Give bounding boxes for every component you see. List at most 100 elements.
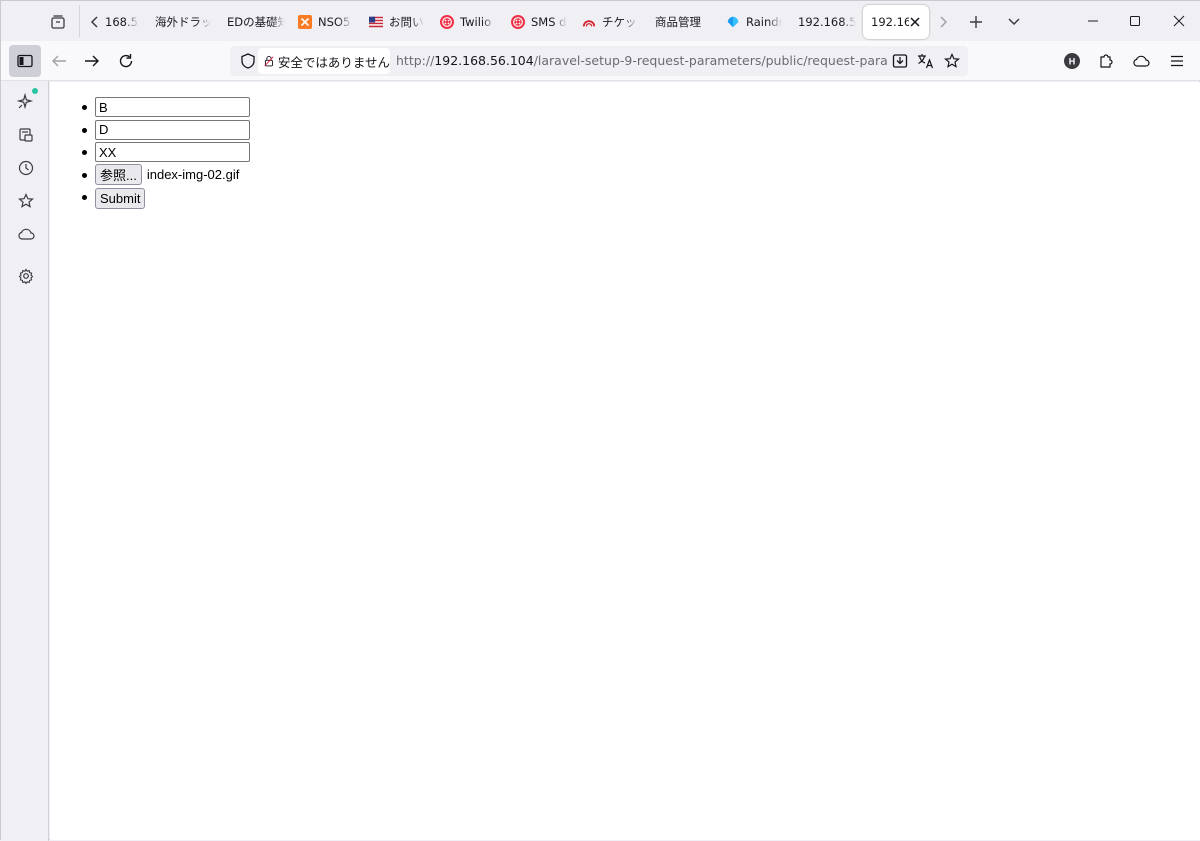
plus-icon (970, 16, 982, 28)
minimize-button[interactable] (1071, 1, 1115, 41)
close-tab-icon[interactable] (907, 14, 923, 30)
tab-list-icon (51, 15, 65, 29)
puzzle-icon (1100, 54, 1113, 68)
translate-button[interactable] (914, 49, 938, 73)
selected-file-name: index-img-02.gif (146, 167, 240, 183)
tab-3[interactable]: NSO5 (298, 5, 352, 39)
forward-button[interactable] (76, 45, 108, 77)
gear-icon (18, 268, 34, 284)
tab-4[interactable]: お問い (369, 5, 425, 39)
chevron-right-icon (940, 16, 948, 28)
reload-icon (119, 54, 133, 68)
cloud-icon (1133, 55, 1150, 67)
navigation-toolbar: 安全ではありません http://192.168.56.104/laravel-… (1, 41, 1200, 81)
tab-scroll-left-button[interactable] (85, 9, 105, 35)
tab-label: 商品管理 (655, 15, 701, 29)
url-host: 192.168.56.104 (434, 53, 534, 68)
insecure-lock-icon (264, 55, 274, 67)
download-tray-icon (892, 54, 908, 68)
reload-button[interactable] (110, 45, 142, 77)
list-all-tabs-button[interactable] (1001, 9, 1027, 35)
xampp-icon (298, 15, 312, 29)
url-path: /laravel-setup-9-request-parameters/publ… (533, 53, 888, 68)
sync-tabs-button[interactable] (13, 122, 39, 148)
twilio-icon (440, 15, 454, 29)
close-icon (1173, 15, 1185, 27)
url-bar[interactable]: 安全ではありません http://192.168.56.104/laravel-… (230, 46, 968, 76)
tab-strip: 168.56 海外ドラッグ EDの基礎知 NSO5 お問い Twilio (1, 1, 1200, 41)
text-input-1[interactable] (95, 97, 250, 118)
sidebar-icon (17, 54, 33, 68)
tab-2[interactable]: EDの基礎知 (227, 5, 285, 39)
chevron-left-icon (90, 16, 98, 28)
form-list: 参照... index-img-02.gif Submit (82, 96, 250, 210)
new-tab-button[interactable] (963, 9, 989, 35)
notification-dot (32, 88, 38, 94)
app-menu-button[interactable] (1161, 45, 1193, 77)
tab-9[interactable]: Raindr (726, 5, 782, 39)
arc-icon (582, 15, 596, 29)
bookmark-star-button[interactable] (940, 49, 964, 73)
sidebar-settings-button[interactable] (13, 263, 39, 289)
text-input-3[interactable] (95, 142, 250, 163)
clock-icon (18, 160, 34, 176)
sidebar-toggle-button[interactable] (9, 45, 41, 77)
extensions-button[interactable] (1090, 45, 1122, 77)
tab-separator (79, 5, 80, 37)
list-item: 参照... index-img-02.gif (82, 164, 250, 187)
maximize-button[interactable] (1113, 1, 1157, 41)
tab-list-button[interactable] (45, 9, 71, 35)
page-content: 参照... index-img-02.gif Submit (50, 82, 1200, 840)
ai-chatbot-button[interactable] (13, 88, 39, 114)
tab-11-active[interactable]: 192.168 (863, 5, 929, 39)
tab-10[interactable]: 192.168.56 (798, 5, 856, 39)
maximize-icon (1130, 16, 1140, 26)
tab-8[interactable]: 商品管理 (655, 5, 715, 39)
save-page-button[interactable] (888, 49, 912, 73)
url-prefix: http:// (396, 53, 435, 68)
twilio-icon (511, 15, 525, 29)
arrow-right-icon (85, 55, 99, 67)
star-icon (18, 193, 34, 208)
translate-icon (918, 54, 934, 69)
tab-7[interactable]: チケット (582, 5, 638, 39)
url-text[interactable]: http://192.168.56.104/laravel-setup-9-re… (396, 53, 888, 68)
tab-scroll-right-button[interactable] (933, 9, 953, 35)
cloud-icon (18, 228, 35, 240)
list-item: Submit (82, 186, 250, 210)
device-sync-icon (19, 128, 33, 142)
tab-5[interactable]: Twilio (440, 5, 496, 39)
list-item (82, 96, 250, 119)
synced-tabs-button[interactable] (13, 221, 39, 247)
text-input-2[interactable] (95, 119, 250, 140)
site-security-indicator[interactable]: 安全ではありません (258, 48, 390, 74)
tracking-protection-button[interactable] (236, 49, 260, 73)
bookmarks-button[interactable] (13, 188, 39, 214)
raindrop-icon (726, 15, 740, 29)
avatar-initial: H (1069, 57, 1076, 67)
minimize-icon (1088, 20, 1098, 22)
list-item (82, 119, 250, 142)
security-label: 安全ではありません (277, 54, 390, 70)
sidebar (1, 81, 49, 841)
us-flag-icon (369, 15, 383, 29)
shield-icon (241, 53, 255, 69)
account-button[interactable]: H (1056, 45, 1088, 77)
tab-label: 192.168 (871, 15, 909, 29)
sparkle-icon (17, 92, 34, 110)
tab-1[interactable]: 海外ドラッグ (155, 5, 211, 39)
tab-0[interactable]: 168.56 (105, 5, 139, 39)
submit-button[interactable]: Submit (95, 187, 146, 209)
arrow-left-icon (52, 55, 66, 67)
history-button[interactable] (13, 155, 39, 181)
file-browse-button[interactable]: 参照... (95, 164, 142, 186)
back-button[interactable] (43, 45, 75, 77)
star-icon (944, 53, 960, 68)
hamburger-menu-icon (1171, 55, 1183, 67)
tab-6[interactable]: SMS d (511, 5, 567, 39)
close-window-button[interactable] (1157, 1, 1200, 41)
avatar: H (1064, 53, 1080, 69)
sync-button[interactable] (1125, 45, 1157, 77)
chevron-down-icon (1008, 18, 1020, 26)
browser-window: 168.56 海外ドラッグ EDの基礎知 NSO5 お問い Twilio (0, 0, 1200, 841)
